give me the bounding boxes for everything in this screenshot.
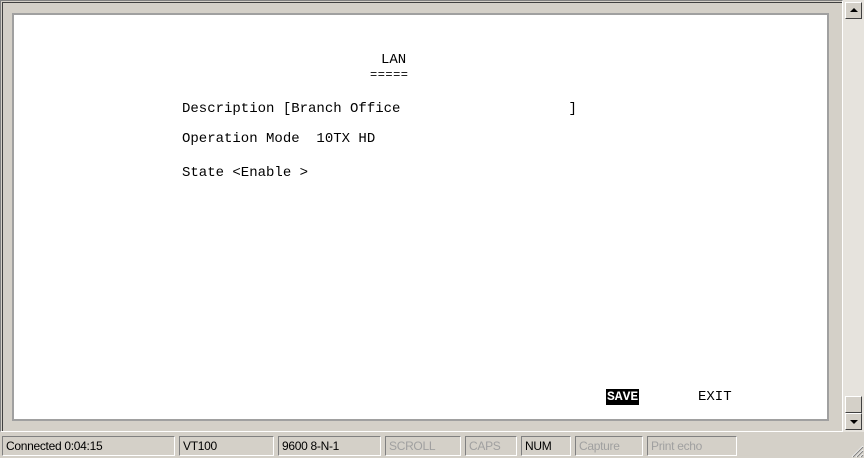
state-field[interactable]: State <Enable > — [182, 165, 308, 181]
size-grip-icon[interactable] — [850, 444, 864, 458]
scroll-down-button[interactable] — [845, 413, 862, 430]
status-emulation: VT100 — [179, 436, 274, 456]
status-capture: Capture — [575, 436, 643, 456]
up-arrow-icon — [850, 8, 858, 12]
save-button[interactable]: SAVE — [606, 389, 640, 405]
description-field[interactable]: Description [Branch Office ] — [182, 101, 577, 117]
status-bar: Connected 0:04:15 VT100 9600 8-N-1 SCROL… — [0, 434, 864, 458]
scroll-up-button[interactable] — [845, 2, 862, 19]
scrollbar-thumb[interactable] — [845, 396, 862, 413]
down-arrow-icon — [850, 420, 858, 424]
exit-button[interactable]: EXIT — [698, 389, 732, 405]
operation-mode-field[interactable]: Operation Mode 10TX HD — [182, 131, 375, 147]
status-scroll: SCROLL — [385, 436, 461, 456]
status-print-echo: Print echo — [647, 436, 737, 456]
status-caps: CAPS — [465, 436, 517, 456]
screen-title: LAN — [381, 52, 407, 68]
vertical-scrollbar[interactable] — [843, 0, 864, 432]
status-port-settings: 9600 8-N-1 — [278, 436, 381, 456]
terminal-screen: LAN ===== Description [Branch Office ] O… — [12, 13, 829, 421]
terminal-viewport[interactable]: LAN ===== Description [Branch Office ] O… — [0, 0, 843, 432]
screen-title-underline: ===== — [370, 68, 409, 82]
status-num: NUM — [521, 436, 571, 456]
status-connected: Connected 0:04:15 — [2, 436, 175, 456]
